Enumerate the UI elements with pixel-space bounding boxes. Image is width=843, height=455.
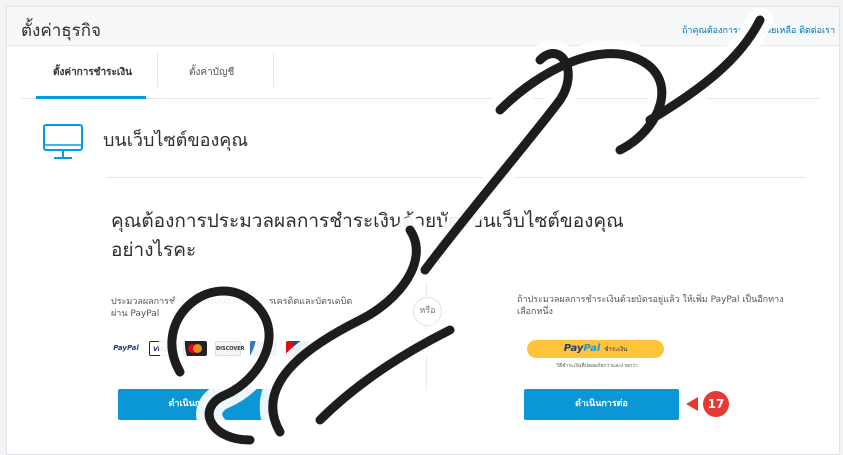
paypal-brand-pal: Pal — [583, 343, 601, 354]
step-number-badge: 17 — [703, 391, 729, 417]
help-contact-link[interactable]: ถ้าคุณต้องการความช่วยเหลือ ติดต่อเรา — [682, 23, 835, 37]
options-divider-line — [426, 265, 427, 390]
paypal-subtext: วิธีชำระเงินที่ปลอดภัยกว่าและง่ายกว่า — [556, 363, 638, 369]
monitor-icon — [43, 124, 83, 159]
page-header: ตั้งค่าธุรกิจ ถ้าคุณต้องการความช่วยเหลือ… — [7, 7, 839, 46]
tab-divider — [157, 53, 158, 87]
paypal-checkout-button[interactable]: PayPal ชำระเงิน — [527, 340, 664, 358]
processing-question: คุณต้องการประมวลผลการชำระเงินด้วยบัตรบนเ… — [111, 207, 631, 265]
question-line-2: อย่างไรคะ — [111, 239, 197, 261]
option-left-description: ประมวลผลการชำระเงินทั้งหมดรวมถึงบัตรเครด… — [111, 297, 353, 319]
amex-logo: AMEX — [250, 341, 277, 356]
continue-button-left[interactable]: ดำเนินการต่อ — [118, 389, 272, 420]
tab-payment-settings[interactable]: ตั้งค่าการชำระเงิน — [35, 65, 147, 99]
paypal-brand-pay: Pay — [563, 343, 584, 354]
page-title: ตั้งค่าธุรกิจ — [21, 21, 102, 41]
section-divider — [106, 177, 806, 178]
or-badge: หรือ — [413, 297, 442, 326]
paypal-logo: PayPal — [113, 344, 139, 352]
settings-tabs: ตั้งค่าการชำระเงิน ตั้งค่าบัญชี — [21, 45, 821, 99]
option-right-description: ถ้าประมวลผลการชำระเงินด้วยบัตรอยู่แล้ว ใ… — [517, 295, 784, 317]
continue-button-right[interactable]: ดำเนินการต่อ — [524, 389, 679, 420]
arrow-left-icon — [686, 397, 698, 411]
discover-logo: DISCOVER — [215, 341, 245, 356]
unionpay-logo — [286, 341, 310, 356]
tab-divider — [273, 53, 274, 87]
visa-logo: VISA — [149, 341, 173, 356]
paypal-button-label: ชำระเงิน — [604, 346, 628, 353]
question-line-1: คุณต้องการประมวลผลการชำระเงินด้วยบัตรบนเ… — [111, 210, 624, 232]
step-marker: 17 — [686, 391, 731, 417]
tab-account-settings[interactable]: ตั้งค่าบัญชี — [189, 65, 234, 80]
section-title: บนเว็บไซต์ของคุณ — [103, 130, 249, 151]
mastercard-logo — [183, 341, 207, 356]
